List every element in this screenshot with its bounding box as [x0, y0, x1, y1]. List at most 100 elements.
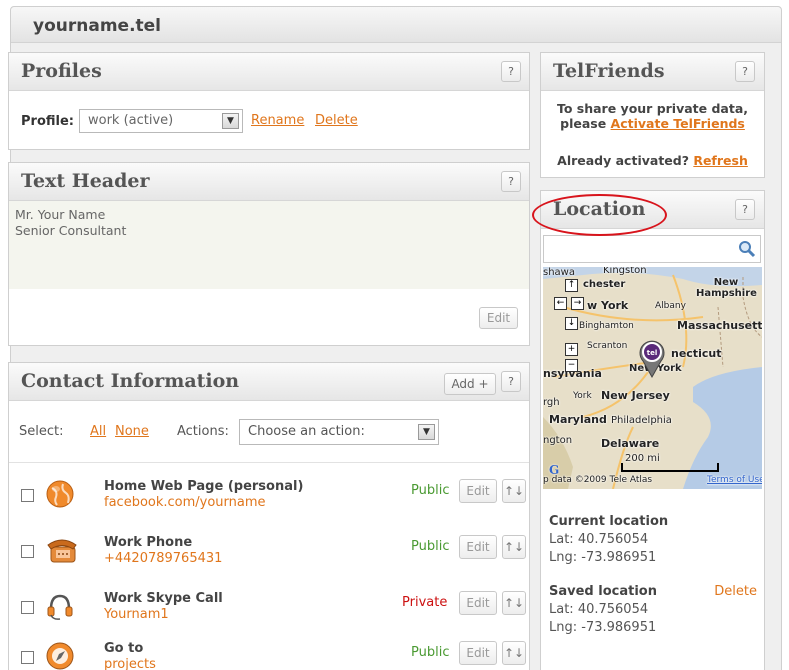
select-label: Select: — [19, 424, 64, 439]
add-contact-button[interactable]: Add + — [444, 373, 496, 395]
reorder-arrows-icon[interactable]: ↑↓ — [502, 535, 526, 559]
map-label-harrisburg: rgh — [543, 397, 560, 408]
contact-row: Work Phone +4420789765431 Public Edit ↑↓ — [9, 525, 529, 581]
text-header-help-button[interactable]: ? — [501, 171, 521, 192]
reorder-arrows-icon[interactable]: ↑↓ — [502, 641, 526, 665]
contact-row: Home Web Page (personal) facebook.com/yo… — [9, 469, 529, 525]
contact-row-value: Yournam1 — [104, 607, 169, 622]
contact-row-edit-button[interactable]: Edit — [459, 641, 497, 665]
current-location-lat: Lat: 40.756054 — [549, 532, 649, 547]
delete-saved-location-link[interactable]: Delete — [714, 583, 757, 601]
map-label-kingston: Kingston — [603, 267, 647, 276]
profiles-help-button[interactable]: ? — [501, 61, 521, 82]
map-label-delaware: Delaware — [601, 437, 660, 450]
text-header-content: Mr. Your Name Senior Consultant — [9, 201, 529, 289]
pan-up-icon[interactable]: ↑ — [565, 279, 578, 292]
saved-location-lat: Lat: 40.756054 — [549, 602, 649, 617]
telfriends-help-button[interactable]: ? — [735, 61, 755, 82]
profiles-panel: Profiles ? Profile: work (active) ▼ Rena… — [8, 52, 530, 150]
saved-location-lng: Lng: -73.986951 — [549, 620, 657, 635]
map-label-new-hampshire: New Hampshire — [696, 277, 757, 299]
rename-profile-link[interactable]: Rename — [251, 113, 304, 128]
map-label-massachusetts: Massachusetts — [677, 319, 762, 332]
contact-row-checkbox[interactable] — [21, 651, 34, 664]
pan-right-icon[interactable]: → — [571, 297, 584, 310]
map-label-binghamton: Binghamton — [579, 321, 634, 331]
contact-row-edit-button[interactable]: Edit — [459, 535, 497, 559]
telfriends-title: TelFriends — [553, 60, 665, 82]
location-highlight-oval — [532, 194, 667, 236]
contact-row-edit-button[interactable]: Edit — [459, 479, 497, 503]
map-label-maryland: Maryland — [549, 413, 607, 426]
zoom-out-icon[interactable]: − — [565, 359, 578, 372]
activate-telfriends-link[interactable]: Activate TelFriends — [611, 116, 745, 131]
telfriends-line2-prefix: please — [560, 116, 611, 131]
contact-row-checkbox[interactable] — [21, 601, 34, 614]
profile-select-value: work (active) — [88, 113, 174, 128]
reorder-arrows-icon[interactable]: ↑↓ — [502, 479, 526, 503]
globe-icon — [45, 479, 75, 509]
visibility-public-label[interactable]: Public — [411, 539, 449, 554]
text-header-edit-button[interactable]: Edit — [479, 307, 518, 329]
profiles-header: Profiles ? — [9, 53, 529, 91]
contact-help-button[interactable]: ? — [501, 371, 521, 392]
map-terms-link[interactable]: Terms of Use — [707, 475, 762, 485]
contact-row: Work Skype Call Yournam1 Private Edit ↑↓ — [9, 581, 529, 637]
select-none-link[interactable]: None — [115, 424, 149, 439]
compass-icon — [45, 641, 75, 670]
contact-row-value[interactable]: facebook.com/yourname — [104, 495, 266, 510]
already-activated-label: Already activated? — [557, 153, 694, 168]
telfriends-header: TelFriends ? — [541, 53, 764, 91]
visibility-public-label[interactable]: Public — [411, 645, 449, 660]
zoom-in-icon[interactable]: + — [565, 343, 578, 356]
map-marker-icon[interactable]: tel — [637, 337, 667, 383]
visibility-private-label[interactable]: Private — [402, 595, 447, 610]
contact-row-checkbox[interactable] — [21, 545, 34, 558]
map-label-philadelphia: Philadelphia — [611, 415, 672, 426]
search-icon[interactable] — [738, 240, 756, 262]
svg-text:tel: tel — [647, 349, 658, 357]
profile-label: Profile: — [21, 114, 74, 129]
location-search-input[interactable] — [543, 235, 761, 263]
select-all-link[interactable]: All — [90, 424, 106, 439]
contact-row-title: Work Phone — [104, 535, 193, 550]
text-header-line-name: Mr. Your Name — [15, 207, 106, 222]
pan-left-icon[interactable]: ← — [554, 297, 567, 310]
visibility-public-label[interactable]: Public — [411, 483, 449, 498]
contact-title: Contact Information — [21, 370, 240, 392]
actions-select[interactable]: Choose an action: ▼ — [239, 419, 439, 445]
text-header-header: Text Header ? — [9, 163, 529, 201]
telfriends-line2: please Activate TelFriends — [541, 116, 764, 131]
contact-row-title: Go to — [104, 641, 144, 656]
contact-row-checkbox[interactable] — [21, 489, 34, 502]
pan-down-icon[interactable]: ↓ — [565, 317, 578, 330]
contact-row-value: +4420789765431 — [104, 551, 223, 566]
map-label-new-york-state: w York — [587, 299, 629, 312]
contact-row-title: Home Web Page (personal) — [104, 479, 304, 494]
chevron-down-icon: ▼ — [418, 424, 435, 440]
profiles-title: Profiles — [21, 60, 102, 82]
actions-label: Actions: — [177, 424, 229, 439]
location-map[interactable]: shawa Kingston chester New Hampshire w Y… — [543, 267, 762, 489]
text-header-title: Text Header — [21, 170, 150, 192]
contact-row-edit-button[interactable]: Edit — [459, 591, 497, 615]
contact-information-panel: Contact Information Add + ? Select: All … — [8, 362, 530, 670]
telfriends-message: To share your private data, please Activ… — [541, 101, 764, 131]
location-panel: Location ? shawa Kingston chester New Ha… — [540, 190, 765, 670]
map-copyright: p data ©2009 Tele Atlas — [543, 475, 653, 485]
headset-icon — [45, 591, 75, 621]
actions-select-value: Choose an action: — [248, 424, 365, 439]
reorder-arrows-icon[interactable]: ↑↓ — [502, 591, 526, 615]
contact-row: Go to projects Public Edit ↑↓ — [9, 631, 529, 670]
contact-row-value[interactable]: projects — [104, 657, 156, 670]
location-details: Current location Lat: 40.756054 Lng: -73… — [549, 513, 757, 637]
map-label-scranton: Scranton — [587, 341, 628, 351]
map-label-new-jersey: New Jersey — [601, 389, 670, 402]
profile-select[interactable]: work (active) ▼ — [79, 109, 243, 133]
current-location-label: Current location — [549, 514, 669, 529]
location-help-button[interactable]: ? — [735, 199, 755, 220]
map-label-oshawa: shawa — [543, 267, 575, 278]
refresh-link[interactable]: Refresh — [693, 153, 748, 168]
map-label-connecticut: necticut — [671, 347, 722, 360]
delete-profile-link[interactable]: Delete — [315, 113, 358, 128]
